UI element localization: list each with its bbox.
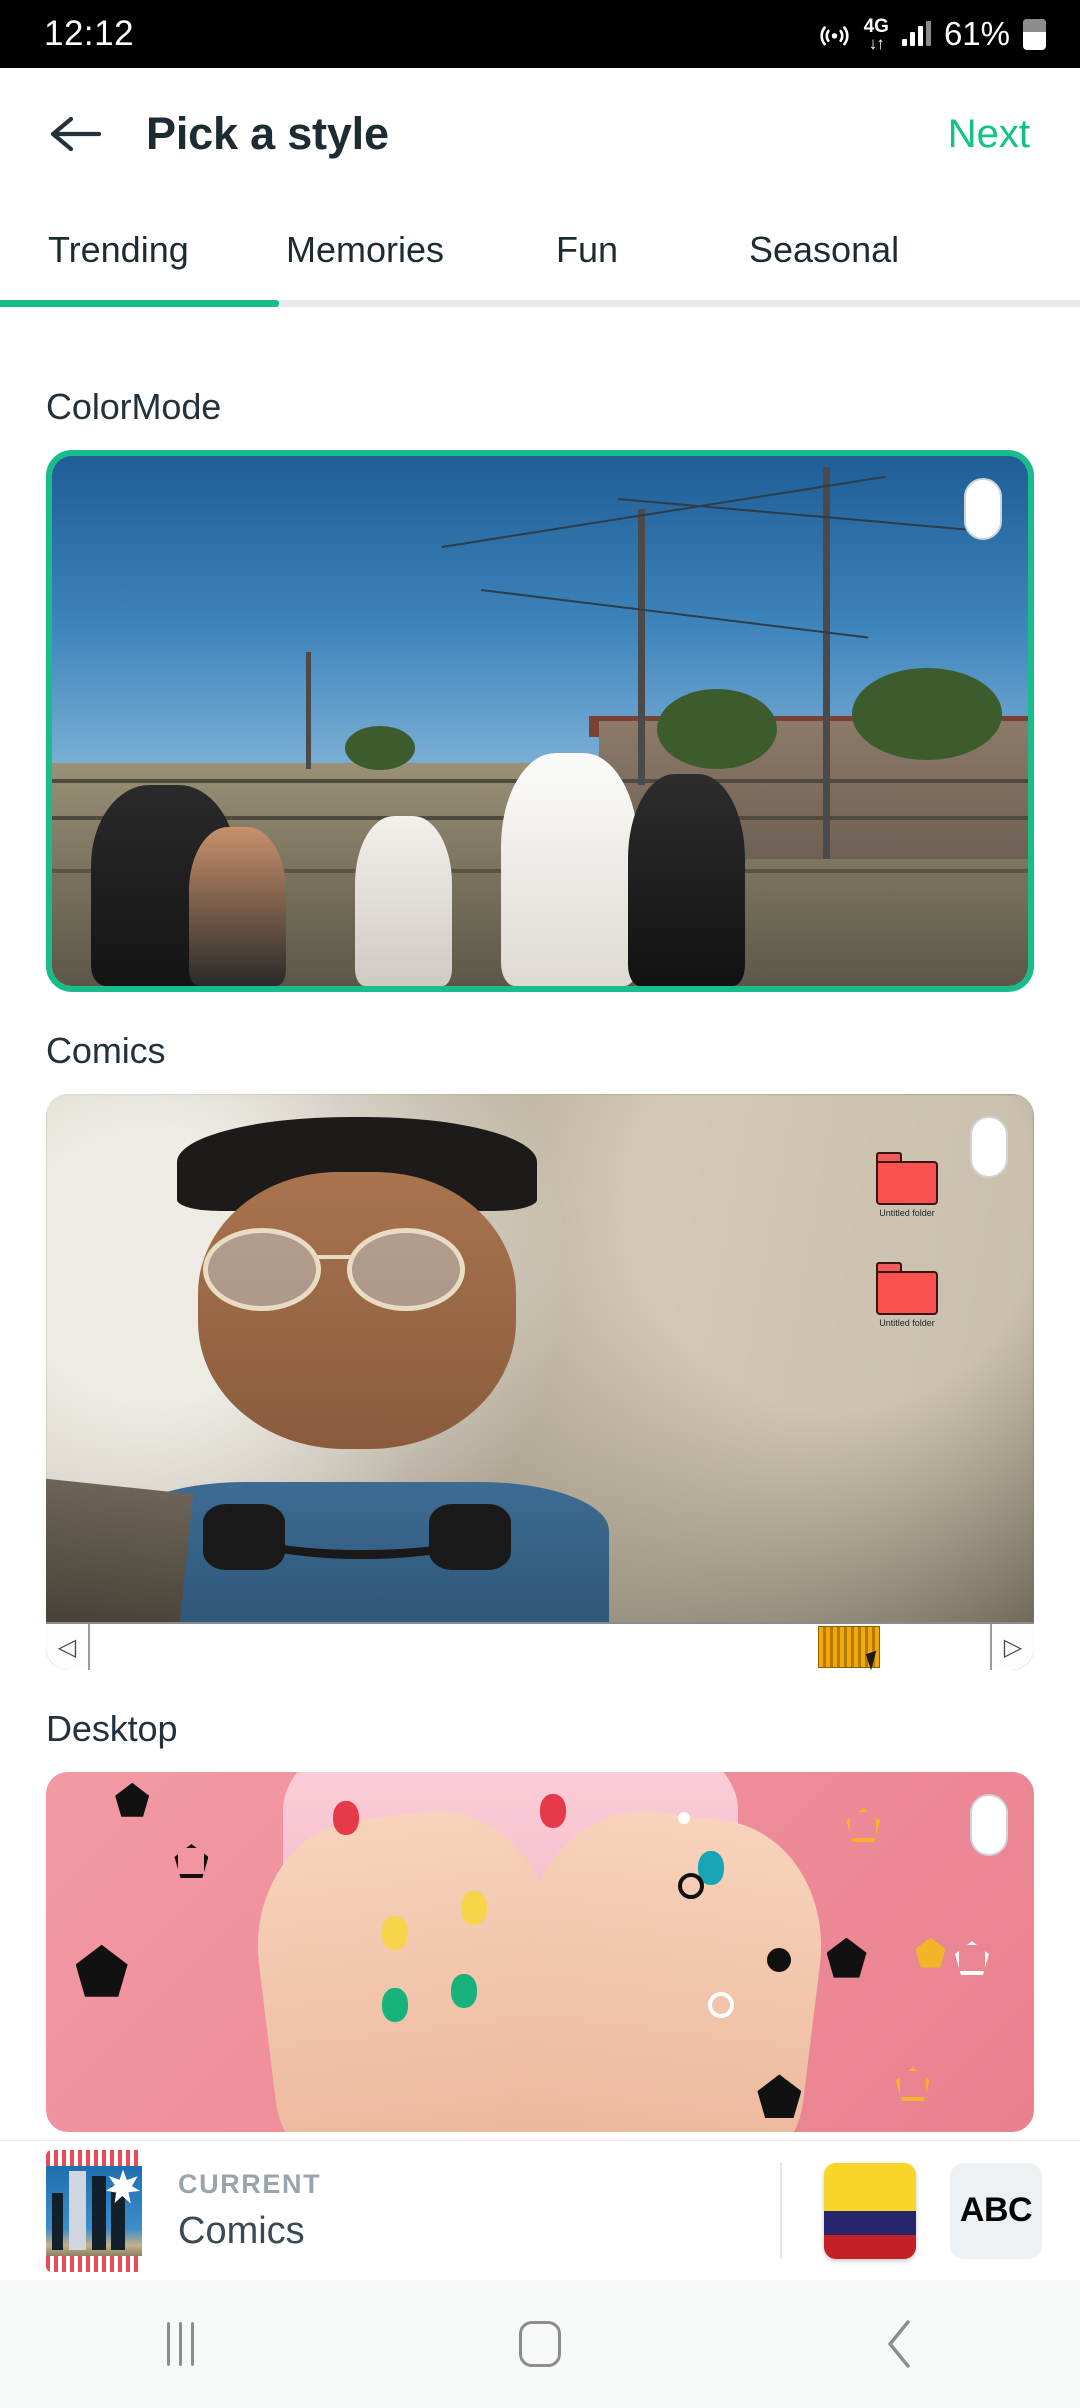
page-title: Pick a style (146, 108, 389, 159)
style-list[interactable]: ColorMode Comics Untitled folder Untitle… (0, 348, 1080, 2140)
scroll-right-arrow-icon[interactable]: ▷ (990, 1624, 1034, 1670)
desktop-folder-2[interactable]: Untitled folder (876, 1262, 938, 1328)
style-preview-pill-desktop[interactable] (970, 1794, 1008, 1856)
next-button[interactable]: Next (942, 104, 1036, 165)
desktop-folder-2-label: Untitled folder (879, 1318, 935, 1328)
horizontal-scrollbar[interactable]: ◁ ▷ (46, 1622, 1034, 1670)
current-style-thumbnail (46, 2149, 142, 2272)
status-time: 12:12 (44, 14, 135, 53)
mouse-cursor-icon (865, 1648, 889, 1670)
abc-button[interactable]: ABC (950, 2162, 1042, 2259)
scroll-left-arrow-icon[interactable]: ◁ (46, 1624, 90, 1670)
current-style-bar: CURRENT Comics ABC (0, 2140, 1080, 2280)
tab-seasonal[interactable]: Seasonal (749, 229, 949, 271)
style-card-comics[interactable]: Untitled folder Untitled folder ◁ ▷ (46, 1094, 1034, 1670)
back-arrow-icon[interactable] (44, 103, 106, 165)
home-icon[interactable] (465, 2280, 615, 2408)
desktop-folder-1[interactable]: Untitled folder (876, 1152, 938, 1218)
tab-memories[interactable]: Memories (286, 229, 556, 271)
android-nav-bar (0, 2280, 1080, 2408)
style-card-colormode[interactable] (46, 450, 1034, 992)
style-preview-image-colormode (52, 456, 1028, 986)
section-label-colormode: ColorMode (46, 386, 222, 427)
data-arrows: ↓↑ (868, 33, 885, 53)
tab-trending[interactable]: Trending (48, 229, 286, 271)
back-icon[interactable] (825, 2280, 975, 2408)
4g-data-icon: 4G ↓↑ (864, 17, 889, 52)
scrollbar-track[interactable] (90, 1624, 990, 1670)
status-bar: 12:12 4G ↓↑ 61% (0, 0, 1080, 68)
current-style-text: CURRENT Comics (178, 2169, 321, 2253)
section-label-comics: Comics (46, 1030, 166, 1071)
bottom-bar-divider (780, 2162, 782, 2259)
style-preview-image-desktop (46, 1772, 1034, 2132)
tab-active-indicator (0, 300, 279, 307)
style-preview-pill-colormode[interactable] (964, 478, 1002, 540)
status-icons: 4G ↓↑ 61% (818, 15, 1046, 53)
colombia-flag-button[interactable] (824, 2162, 916, 2259)
style-card-desktop[interactable] (46, 1772, 1034, 2132)
tab-bar: Trending Memories Fun Seasonal (0, 200, 1080, 307)
tab-fun[interactable]: Fun (556, 229, 749, 271)
app-header: Pick a style Next (0, 68, 1080, 200)
section-label-desktop: Desktop (46, 1708, 178, 1749)
battery-percent: 61% (943, 15, 1010, 52)
battery-icon (1023, 18, 1046, 50)
network-type-label: 4G (863, 15, 889, 37)
current-style-name: Comics (178, 2209, 305, 2252)
signal-bars-icon (901, 21, 931, 46)
current-label: CURRENT (178, 2168, 322, 2199)
recents-icon[interactable] (105, 2280, 255, 2408)
style-preview-pill-comics[interactable] (970, 1116, 1008, 1178)
hotspot-icon (818, 18, 851, 51)
desktop-folder-1-label: Untitled folder (879, 1208, 935, 1218)
